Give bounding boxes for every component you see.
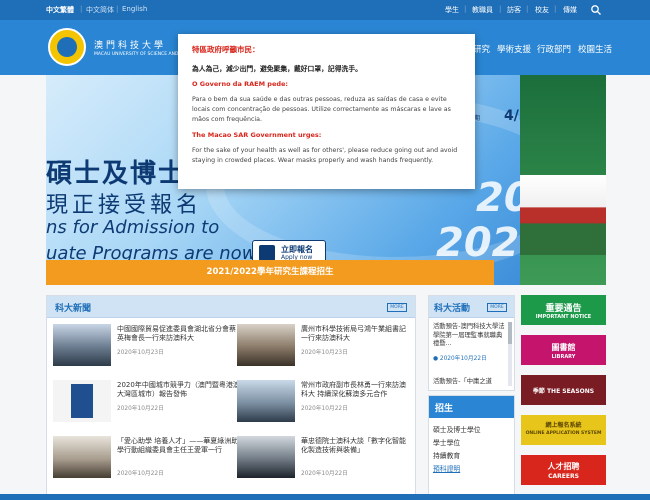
admissions-panel: 招生 碩士及博士學位 學士學位 持續教育 預科證明 [428,395,515,500]
admissions-item-continuing-education[interactable]: 持續教育 [433,450,460,460]
banner-english-line1: ns for Admission to [46,217,220,238]
news-item-title[interactable]: 2020年中國城市競爭力（澳門暨粵港澳大灣區城市）報告發佈 [117,381,242,400]
lang-english[interactable]: English [122,5,147,13]
banner-main-text: 圖書館 [551,343,576,352]
toplink-separator: | [464,5,467,13]
events-scrollbar[interactable] [508,322,512,386]
toplink-separator: | [499,5,502,13]
event-item-title[interactable]: 活動預告-澳門科技大學法學院第一屆理監事就職典禮暨... [433,323,505,349]
admissions-panel-header: 招生 [429,396,514,418]
nav-administration[interactable]: 行政部門 [537,43,571,55]
footer-strip [0,494,650,500]
news-item-date: 2020年10月22日 [301,471,348,477]
toplink-staff[interactable]: 教職員 [472,5,493,15]
toplink-media[interactable]: 傳媒 [563,5,577,15]
banner-main-text: 網上報名系統 [545,422,582,429]
admissions-item-undergraduate[interactable]: 學士學位 [433,437,460,447]
toplink-students[interactable]: 學生 [445,5,459,15]
university-logo[interactable] [48,28,86,66]
event-date-text: 2020年10月22日 [439,356,487,362]
events-panel-header: 科大活動 MORE [429,296,514,318]
news-item-date: 2020年10月23日 [117,350,164,356]
news-thumbnail[interactable] [53,380,111,422]
toplink-alumni[interactable]: 校友 [535,5,549,15]
banner-main-text: 人才招聘 [547,462,580,471]
modal-portuguese-text: Para o bem da sua saúde e das outras pes… [192,96,451,123]
logo-emblem [57,37,77,57]
news-item-date: 2020年10月22日 [117,471,164,477]
modal-portuguese-heading: O Governo da RAEM pede: [192,80,289,88]
news-thumbnail[interactable] [53,436,111,478]
careers-banner[interactable]: 人才招聘 CAREERS [521,455,606,485]
events-scrollbar-thumb[interactable] [508,322,512,344]
toplink-visitors[interactable]: 訪客 [507,5,521,15]
banner-sub-text: ONLINE APPLICATION SYSTEM [525,431,602,436]
news-panel-title: 科大新聞 [55,304,92,314]
admissions-item-postgraduate[interactable]: 碩士及博士學位 [433,424,481,434]
banner-side-image[interactable] [520,75,606,285]
nav-research[interactable]: 研究 [473,43,490,55]
news-item-title[interactable]: 「愛心助學 培養人才」——華夏綠洲助學行動組織委員會主任王愛軍一行 [117,437,242,456]
news-item-date: 2020年10月23日 [301,350,348,356]
the-seasons-banner[interactable]: 季節 THE SEASONS [521,375,606,405]
news-more-button[interactable]: MORE [387,303,407,312]
news-thumbnail[interactable] [237,380,295,422]
events-panel: 科大活動 MORE 活動預告-澳門科技大學法學院第一屆理監事就職典禮暨... ●… [428,295,515,391]
banner-main-text: 季節 THE SEASONS [532,388,595,395]
news-panel: 科大新聞 MORE 中國國際貿易促進委員會湖北省分會蔡英梅會長一行來訪澳科大 2… [46,295,416,500]
lang-separator: | [80,5,83,13]
lang-traditional-chinese[interactable]: 中文繁體 [46,5,74,15]
banner-sub-text: LIBRARY [551,354,576,360]
library-banner[interactable]: 圖書館 LIBRARY [521,335,606,365]
modal-title: 特區政府呼籲市民： [192,45,260,54]
event-item-date: ● 2020年10月22日 [433,356,487,362]
events-more-button[interactable]: MORE [487,303,507,312]
modal-english-heading: The Macao SAR Government urges: [192,131,322,140]
report-cover [71,384,93,418]
modal-chinese-text: 為人為己，減少出門，避免聚集，戴好口罩，記得洗手。 [192,65,362,73]
news-item-date: 2020年10月22日 [117,406,164,412]
nav-campus-life[interactable]: 校園生活 [578,43,612,55]
news-thumbnail[interactable] [237,324,295,366]
graduation-photo [520,175,606,255]
news-thumbnail[interactable] [53,324,111,366]
modal-english-text: For the sake of your health as well as f… [192,147,458,164]
news-item-title[interactable]: 華忠德院士澳科大談「數字化智能化製造技術與裝備」 [301,437,411,456]
events-panel-title: 科大活動 [434,304,471,314]
admissions-panel-title: 招生 [435,404,454,414]
banner-sub-text: CAREERS [548,473,579,480]
hand-click-icon [259,245,275,261]
search-icon[interactable] [590,4,602,16]
news-item-title[interactable]: 常州市政府副市長林勇一行來訪澳科大 持續深化蘇澳多元合作 [301,381,411,400]
covid-notice-modal[interactable]: 特區政府呼籲市民： 為人為己，減少出門，避免聚集，戴好口罩，記得洗手。 O Go… [178,34,475,189]
admissions-item-foundation[interactable]: 預科證明 [433,463,460,473]
lang-separator: | [116,5,119,13]
banner-title-line2: 現正接受報名 [46,193,203,218]
toplink-separator: | [554,5,557,13]
important-notice-banner[interactable]: 重要通告 IMPORTANT NOTICE [521,295,606,325]
news-panel-header: 科大新聞 MORE [47,296,415,318]
news-item-title[interactable]: 廣州市科學技術局弓鴻午業組書記一行來訪澳科大 [301,325,411,344]
banner-main-text: 重要通告 [545,304,582,314]
banner-sub-text: IMPORTANT NOTICE [535,314,592,320]
nav-academic-support[interactable]: 學術支援 [497,43,531,55]
lang-simplified-chinese[interactable]: 中文简体 [86,5,114,15]
online-application-banner[interactable]: 網上報名系統 ONLINE APPLICATION SYSTEM [521,415,606,445]
logo-chinese-name[interactable]: 澳門科技大學 [94,38,166,51]
news-thumbnail[interactable] [237,436,295,478]
banner-caption[interactable]: 2021/2022學年研究生課程招生 [46,260,494,285]
news-item-title[interactable]: 中國國際貿易促進委員會湖北省分會蔡英梅會長一行來訪澳科大 [117,325,242,344]
news-item-date: 2020年10月22日 [301,406,348,412]
toplink-separator: | [526,5,529,13]
top-utility-bar: 中文繁體 | 中文简体 | English 學生 | 教職員 | 訪客 | 校友… [0,0,650,20]
event-item-title[interactable]: 活動預告-「中庸之道 [433,378,505,387]
